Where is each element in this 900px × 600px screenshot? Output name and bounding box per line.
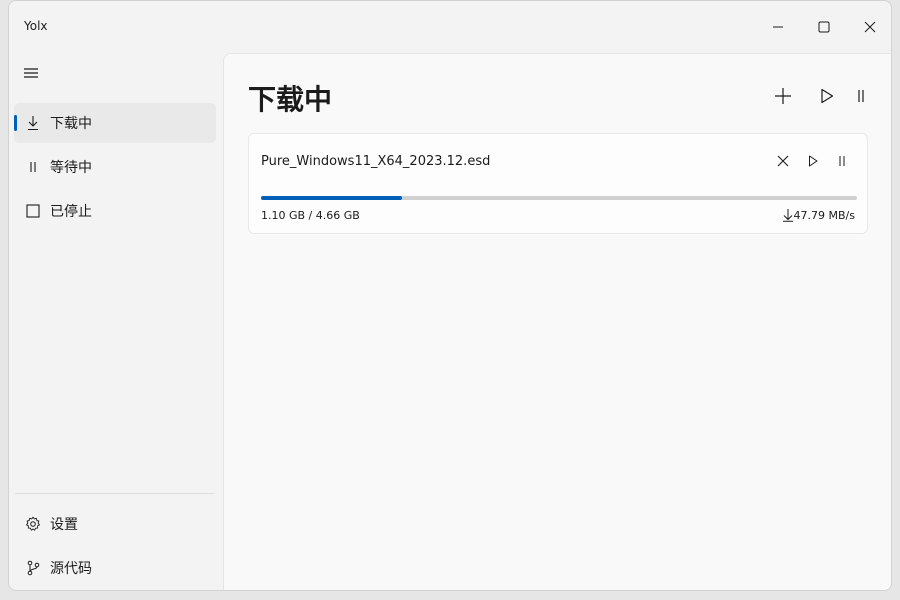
minimize-icon [773,26,783,28]
nav-item-source-code[interactable]: 源代码 [14,548,216,588]
selection-indicator [14,115,17,131]
nav-item-label: 下载中 [50,116,92,132]
close-window-button[interactable] [847,9,891,45]
close-icon [777,155,789,167]
nav-item-settings[interactable]: 设置 [14,504,216,544]
play-icon [821,88,834,104]
nav-item-label: 等待中 [50,160,92,176]
download-arrow-icon [782,209,793,222]
start-all-button[interactable] [813,82,841,110]
app-window: Yolx 下载中 等待中 已停止 设置 源代码 下载中 Pure_Windows… [8,0,892,591]
branch-icon [24,559,42,577]
app-title: Yolx [24,19,48,33]
pause-icon [839,156,845,166]
file-name: Pure_Windows11_X64_2023.12.esd [261,154,491,169]
speed-text: 47.79 MB/s [793,208,855,222]
nav-item-downloading[interactable]: 下载中 [14,103,216,143]
nav-item-stopped[interactable]: 已停止 [14,191,216,231]
cancel-download-button[interactable] [772,150,794,172]
close-icon [864,21,876,33]
title-bar[interactable]: Yolx [9,1,891,53]
plus-icon [775,88,791,104]
nav-item-label: 已停止 [50,204,92,220]
stop-square-icon [24,202,42,220]
nav-divider [15,493,215,494]
play-icon [809,155,818,167]
menu-toggle-button[interactable] [19,61,43,85]
nav-item-label: 设置 [50,517,78,533]
resume-download-button[interactable] [802,150,824,172]
pause-icon [24,158,42,176]
content-area: 下载中 Pure_Windows11_X64_2023.12.esd 1.10 … [223,53,891,590]
nav-item-waiting[interactable]: 等待中 [14,147,216,187]
download-card: Pure_Windows11_X64_2023.12.esd 1.10 GB /… [248,133,868,234]
maximize-icon [818,21,830,33]
minimize-button[interactable] [755,9,801,45]
maximize-button[interactable] [801,9,847,45]
size-text: 1.10 GB / 4.66 GB [261,209,360,222]
nav-item-label: 源代码 [50,561,92,577]
gear-icon [24,515,42,533]
progress-fill [261,196,402,200]
navigation-pane: 下载中 等待中 已停止 设置 源代码 [9,53,223,590]
download-icon [24,114,42,132]
add-download-button[interactable] [769,82,797,110]
page-title: 下载中 [248,83,333,116]
hamburger-icon [24,68,38,78]
pause-download-button[interactable] [831,150,853,172]
download-speed: 47.79 MB/s [782,208,855,222]
pause-icon [858,90,864,102]
download-progress-bar [261,196,857,200]
pause-all-button[interactable] [847,82,875,110]
